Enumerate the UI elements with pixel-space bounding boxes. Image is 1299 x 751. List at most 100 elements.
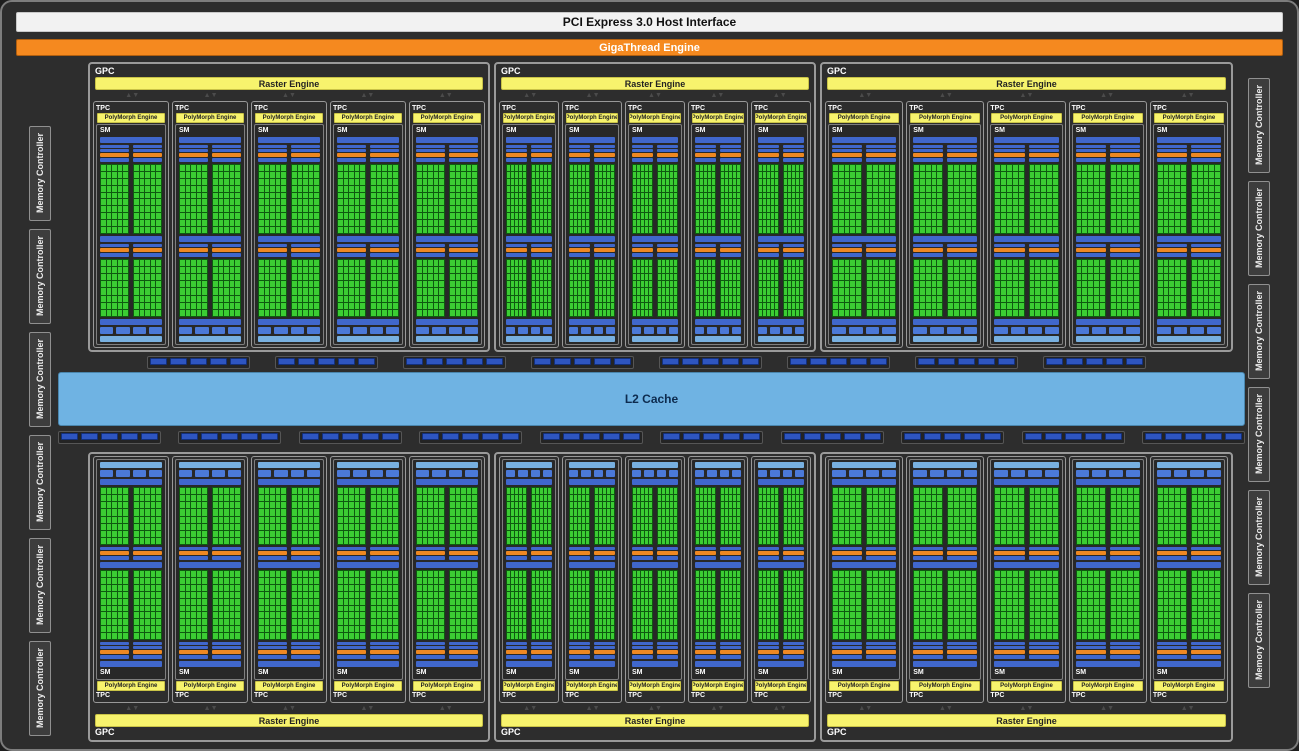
- sm-partition: [1075, 145, 1106, 162]
- sm-partition: [449, 243, 478, 257]
- scheduler-register-bar: [258, 547, 287, 551]
- cuda-core: [376, 171, 382, 178]
- cuda-core: [574, 220, 577, 226]
- cuda-core: [582, 288, 585, 295]
- cuda-core: [914, 309, 920, 316]
- cuda-core: [422, 199, 428, 206]
- cuda-core: [937, 199, 943, 206]
- cuda-core: [519, 571, 522, 578]
- cuda-core: [1134, 213, 1139, 220]
- texture-unit: [290, 327, 304, 334]
- cuda-core: [439, 502, 444, 509]
- cuda-core: [574, 288, 577, 295]
- cuda-core: [532, 213, 535, 220]
- cuda-core: [185, 626, 191, 633]
- cuda-core: [586, 199, 589, 206]
- cuda-core: [582, 199, 585, 206]
- cuda-core-grid: [370, 487, 399, 546]
- cuda-core-grid: [179, 258, 208, 317]
- cuda-core: [224, 598, 229, 605]
- texture-unit: [416, 470, 430, 477]
- scheduler-register-bar: [913, 252, 944, 257]
- sm-mid-bars: [913, 243, 978, 257]
- cuda-core: [213, 516, 218, 523]
- cuda-core: [180, 274, 185, 281]
- cuda-core: [721, 226, 724, 233]
- cuda-core: [308, 302, 314, 309]
- cuda-core: [784, 302, 787, 309]
- cuda-core: [800, 309, 803, 316]
- cuda-core: [117, 266, 123, 274]
- cuda-core: [343, 226, 349, 233]
- cuda-core: [607, 259, 610, 266]
- gpc-block: GPC Raster Engine ▲▼ ▲▼ ▲▼ ▲▼ ▲▼ TPC PolyMorph E…: [88, 452, 490, 742]
- cuda-core: [578, 274, 581, 281]
- dispatch-unit-bar: [832, 153, 863, 157]
- cuda-core: [712, 226, 715, 233]
- cuda-core: [523, 605, 526, 612]
- cuda-core: [1175, 171, 1181, 178]
- cuda-core: [343, 495, 349, 502]
- cuda-core: [387, 302, 393, 309]
- l1-cache-bar: [337, 479, 399, 485]
- cuda-core: [229, 213, 235, 220]
- cuda-core: [314, 295, 319, 302]
- sm-partition: [758, 243, 779, 257]
- cuda-core: [117, 302, 123, 309]
- cuda-core: [180, 633, 185, 639]
- cuda-core: [292, 274, 297, 281]
- cuda-core-grid: [291, 258, 320, 317]
- sm-partition: [994, 243, 1025, 257]
- scheduler-register-bar: [258, 646, 287, 649]
- sm-partition: [632, 145, 653, 162]
- cuda-core: [185, 192, 191, 199]
- cuda-core: [914, 178, 920, 185]
- cuda-core: [931, 178, 937, 185]
- cuda-core: [191, 226, 196, 233]
- cuda-core: [433, 584, 439, 591]
- cuda-core: [548, 309, 551, 316]
- dispatch-unit-bar: [337, 551, 366, 556]
- cuda-core: [1116, 309, 1122, 316]
- up-down-arrows-icon: ▲▼: [772, 705, 787, 712]
- cuda-core: [1088, 295, 1094, 302]
- cuda-core: [349, 509, 354, 516]
- cuda-core: [185, 605, 191, 612]
- cuda-core: [578, 171, 581, 178]
- cuda-core: [662, 309, 665, 316]
- cuda-core: [658, 274, 661, 281]
- cuda-core: [599, 165, 602, 171]
- cuda-core: [191, 578, 196, 584]
- cuda-core: [884, 199, 890, 206]
- texture-unit: [179, 327, 193, 334]
- cuda-core: [259, 165, 264, 171]
- cuda-core: [582, 495, 585, 502]
- cuda-core: [890, 281, 896, 288]
- cuda-core: [275, 274, 281, 281]
- sm-mid-bars: [416, 547, 478, 561]
- cuda-core: [995, 192, 1001, 199]
- cuda-core: [134, 502, 139, 509]
- cuda-core: [611, 488, 614, 495]
- cuda-core: [371, 165, 376, 171]
- cuda-core: [532, 619, 535, 626]
- cuda-core: [637, 288, 640, 295]
- cuda-core: [850, 295, 856, 302]
- cuda-core: [433, 488, 439, 495]
- cuda-core: [134, 626, 139, 633]
- cuda-core: [393, 199, 398, 206]
- cuda-core: [308, 171, 314, 178]
- memory-controller-label: Memory Controller: [1254, 394, 1264, 475]
- cuda-core: [544, 495, 547, 502]
- cuda-core: [123, 626, 128, 633]
- cuda-core: [343, 206, 349, 213]
- cuda-core: [708, 171, 711, 178]
- cuda-core: [515, 309, 518, 316]
- dispatch-unit-bar: [913, 247, 944, 252]
- cuda-core: [191, 626, 196, 633]
- texture-cache-bar: [569, 336, 615, 342]
- cuda-core: [523, 220, 526, 226]
- cuda-core: [213, 509, 218, 516]
- cuda-core: [578, 591, 581, 598]
- scheduler-register-bar: [337, 158, 366, 162]
